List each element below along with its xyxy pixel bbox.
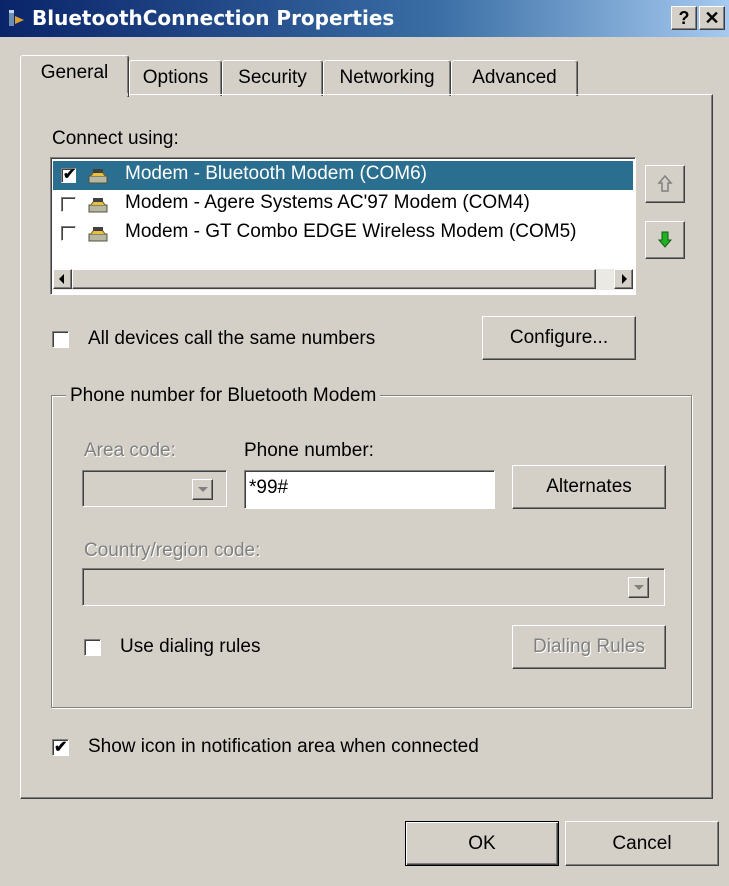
chevron-down-icon[interactable] [192, 479, 213, 500]
horizontal-scrollbar[interactable] [53, 269, 633, 290]
modem-icon [88, 227, 108, 242]
phone-number-value: *99# [249, 477, 289, 498]
tab-advanced[interactable]: Advanced [451, 60, 578, 96]
check-mark-icon: ✔ [63, 166, 76, 183]
show-icon-label: Show icon in notification area when conn… [88, 736, 479, 757]
device-label: Modem - GT Combo EDGE Wireless Modem (CO… [125, 221, 577, 242]
device-label: Modem - Agere Systems AC'97 Modem (COM4) [125, 192, 530, 213]
modem-icon [88, 169, 108, 184]
all-devices-label: All devices call the same numbers [88, 328, 376, 349]
device-label: Modem - Bluetooth Modem (COM6) [125, 163, 427, 184]
chevron-down-icon[interactable] [628, 577, 649, 598]
cancel-button[interactable]: Cancel [565, 821, 719, 866]
use-dialing-rules-checkbox[interactable] [84, 639, 101, 656]
list-item[interactable]: Modem - Agere Systems AC'97 Modem (COM4) [53, 190, 633, 219]
properties-dialog: BluetoothConnection Properties ? ✕ Gener… [0, 0, 729, 886]
device-list[interactable]: ✔ Modem - Bluetooth Modem (COM6) Modem -… [50, 157, 636, 295]
device-checkbox[interactable]: ✔ [61, 166, 76, 183]
all-devices-checkbox[interactable] [52, 331, 69, 348]
help-button[interactable]: ? [671, 6, 697, 30]
active-tab-joint [21, 93, 128, 96]
tab-label: General [40, 62, 109, 83]
arrow-down-icon [657, 231, 673, 248]
tab-general[interactable]: General [20, 55, 129, 97]
device-checkbox[interactable] [61, 197, 76, 212]
phone-number-label: Phone number: [244, 440, 374, 461]
check-mark-icon: ✔ [54, 739, 68, 756]
scroll-thumb[interactable] [72, 269, 596, 289]
tab-options[interactable]: Options [129, 60, 222, 96]
network-connection-icon [9, 10, 24, 26]
area-code-combobox[interactable] [82, 470, 227, 507]
arrow-up-icon [657, 174, 673, 192]
window-title: BluetoothConnection Properties [32, 6, 395, 30]
close-button[interactable]: ✕ [699, 6, 725, 30]
arrow-right-icon [622, 274, 627, 284]
ok-button[interactable]: OK [405, 821, 559, 866]
title-bar[interactable]: BluetoothConnection Properties ? ✕ [0, 0, 729, 37]
device-checkbox[interactable] [61, 226, 76, 241]
phone-group-legend: Phone number for Bluetooth Modem [66, 385, 381, 407]
tab-security[interactable]: Security [222, 60, 323, 96]
dialing-rules-button[interactable]: Dialing Rules [512, 625, 666, 669]
move-up-button[interactable] [645, 165, 685, 203]
alternates-button[interactable]: Alternates [512, 465, 666, 509]
show-icon-checkbox[interactable]: ✔ [52, 739, 69, 756]
use-dialing-rules-label: Use dialing rules [120, 636, 261, 657]
connect-using-label: Connect using: [52, 128, 179, 149]
modem-icon [88, 198, 108, 213]
scroll-right-button[interactable] [614, 269, 633, 289]
tab-label: Advanced [472, 67, 557, 88]
list-item[interactable]: Modem - GT Combo EDGE Wireless Modem (CO… [53, 219, 633, 248]
country-region-combobox[interactable] [82, 568, 665, 606]
tab-label: Security [238, 67, 307, 88]
arrow-left-icon [59, 274, 64, 284]
country-region-label: Country/region code: [84, 540, 261, 561]
configure-button[interactable]: Configure... [482, 316, 636, 360]
list-item[interactable]: ✔ Modem - Bluetooth Modem (COM6) [53, 161, 633, 190]
tab-networking[interactable]: Networking [323, 60, 451, 96]
phone-number-input[interactable]: *99# [244, 470, 495, 509]
area-code-label: Area code: [84, 440, 176, 461]
tab-label: Networking [339, 67, 435, 88]
tab-label: Options [142, 67, 209, 88]
move-down-button[interactable] [645, 221, 685, 259]
scroll-left-button[interactable] [53, 269, 72, 289]
